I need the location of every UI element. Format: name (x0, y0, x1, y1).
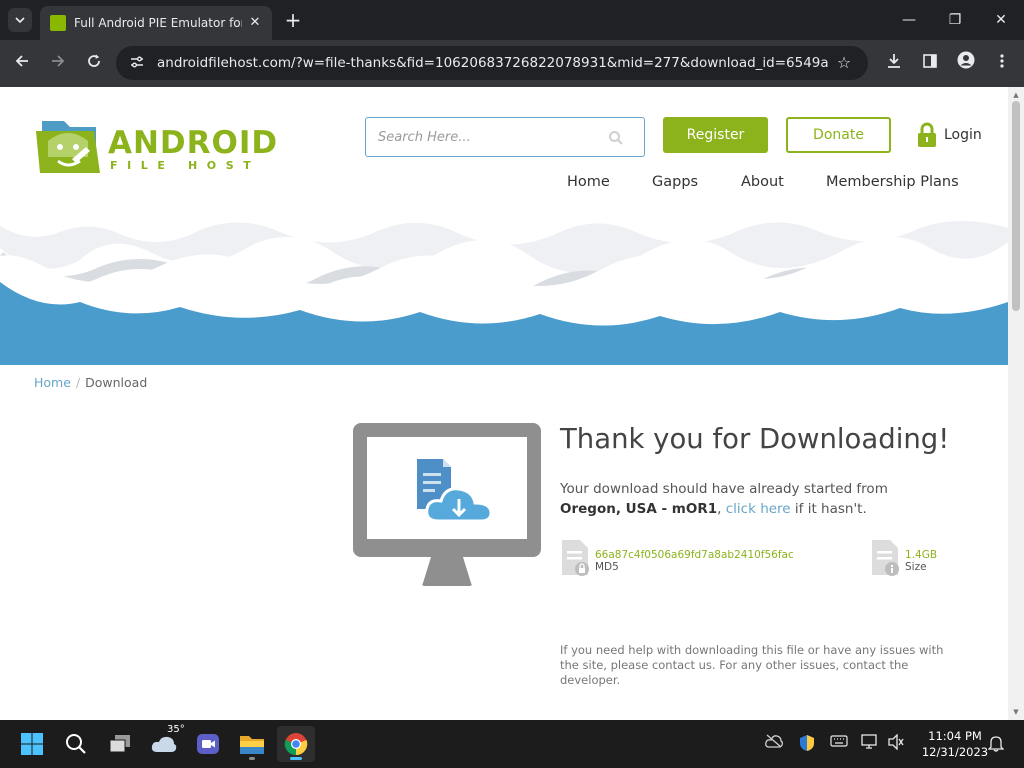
tab-title: Full Android PIE Emulator for PC (74, 16, 242, 30)
breadcrumb: Home / Download (34, 375, 147, 390)
lock-icon (918, 122, 936, 147)
file-lock-icon (562, 540, 589, 576)
thanks-heading: Thank you for Downloading! (560, 423, 950, 455)
address-bar[interactable]: androidfilehost.com/?w=file-thanks&fid=1… (116, 46, 868, 80)
url-text[interactable]: androidfilehost.com/?w=file-thanks&fid=1… (157, 55, 829, 71)
browser-menu-button[interactable] (989, 51, 1015, 77)
location-comma: , (717, 501, 722, 517)
folder-icon (240, 736, 264, 754)
logo-text-android: ANDROID (108, 125, 279, 161)
help-text: If you need help with downloading this f… (560, 643, 944, 687)
windows-logo-icon (21, 733, 43, 755)
bookmark-star-icon[interactable]: ☆ (834, 53, 854, 73)
display-icon[interactable] (860, 734, 880, 754)
scrollbar-thumb[interactable] (1012, 101, 1020, 311)
forward-button[interactable] (45, 51, 71, 77)
download-icon (888, 54, 900, 68)
md5-value: 66a87c4f0506a69fd7a8ab2410f56fac (595, 549, 794, 561)
close-window-button[interactable]: ✕ (986, 8, 1016, 32)
weather-temperature: 35° (167, 724, 185, 735)
site-info-icon[interactable] (128, 54, 146, 72)
running-indicator (249, 757, 255, 760)
browser-tab[interactable]: Full Android PIE Emulator for PC ✕ (40, 6, 272, 40)
monitor-download-illustration (353, 423, 541, 586)
site-favicon-icon (50, 15, 66, 31)
breadcrumb-separator: / (75, 375, 81, 390)
profile-button[interactable] (953, 51, 979, 77)
tab-search-button[interactable] (8, 8, 32, 32)
page-scrollbar[interactable]: ▲ ▼ (1008, 87, 1024, 720)
start-button[interactable] (13, 726, 51, 762)
search-icon[interactable] (608, 130, 624, 146)
search-input[interactable] (378, 127, 598, 147)
security-shield-icon[interactable] (797, 734, 817, 754)
video-chat-icon (197, 734, 219, 754)
restore-window-button[interactable]: ❐ (940, 8, 970, 32)
breadcrumb-current: Download (85, 375, 148, 390)
file-info-icon (872, 540, 899, 576)
size-info: 1.4GB Size (870, 539, 990, 579)
md5-label: MD5 (595, 561, 619, 573)
side-panel-button[interactable] (917, 51, 943, 77)
nav-membership-plans[interactable]: Membership Plans (826, 174, 959, 196)
mirror-location: Oregon, USA - mOR1 (560, 501, 718, 517)
breadcrumb-home-link[interactable]: Home (34, 375, 71, 390)
search-icon (66, 734, 86, 754)
chevron-down-icon (15, 17, 25, 24)
keyboard-icon[interactable] (829, 734, 849, 754)
size-label: Size (905, 561, 927, 573)
scroll-up-arrow-icon[interactable]: ▲ (1011, 90, 1021, 100)
close-tab-icon[interactable]: ✕ (246, 14, 264, 32)
profile-icon (957, 51, 975, 69)
reload-button[interactable] (81, 51, 107, 77)
reload-icon (88, 54, 100, 67)
logo-text-file-host: FILE HOST (110, 159, 261, 172)
nav-home[interactable]: Home (567, 174, 610, 196)
teams-chat-button[interactable] (189, 726, 227, 762)
login-link[interactable]: Login (917, 121, 982, 149)
new-tab-button[interactable]: + (282, 9, 304, 31)
volume-muted-icon[interactable] (886, 733, 906, 754)
taskbar-search-button[interactable] (57, 726, 95, 762)
clouds-banner (0, 212, 1008, 365)
active-app-indicator (290, 757, 302, 760)
register-button[interactable]: Register (663, 117, 768, 153)
browser-tab-strip: Full Android PIE Emulator for PC ✕ + — ❐… (0, 0, 1024, 40)
forward-arrow-icon (52, 55, 65, 67)
nav-about[interactable]: About (741, 174, 784, 196)
android-folder-logo-icon (36, 121, 100, 173)
started-suffix-text: if it hasn't. (794, 501, 867, 517)
chrome-taskbar-button[interactable] (277, 726, 315, 762)
task-view-icon (109, 735, 130, 753)
login-label: Login (944, 127, 982, 143)
back-arrow-icon (15, 55, 28, 67)
more-vertical-icon (1000, 54, 1004, 68)
scroll-down-arrow-icon[interactable]: ▼ (1011, 707, 1021, 717)
donate-button[interactable]: Donate (786, 117, 891, 153)
chrome-icon (284, 733, 308, 756)
downloads-button[interactable] (881, 51, 907, 77)
browser-toolbar: androidfilehost.com/?w=file-thanks&fid=1… (0, 40, 1024, 87)
started-prefix-text: Your download should have already starte… (560, 481, 888, 497)
minimize-window-button[interactable]: — (894, 8, 924, 32)
side-panel-icon (923, 54, 937, 68)
cloud-offline-icon[interactable] (764, 734, 784, 754)
notification-bell-icon[interactable] (986, 734, 1006, 754)
file-explorer-button[interactable] (233, 726, 271, 762)
site-logo[interactable]: ANDROID FILE HOST (34, 117, 294, 177)
md5-info: 66a87c4f0506a69fd7a8ab2410f56fac MD5 (560, 539, 820, 579)
cloud-weather-icon (151, 736, 177, 752)
size-value: 1.4GB (905, 549, 938, 561)
download-started-message: Your download should have already starte… (560, 479, 980, 519)
weather-widget[interactable]: 35° (145, 724, 185, 762)
back-button[interactable] (9, 51, 35, 77)
site-search (365, 117, 645, 157)
windows-taskbar: 35° 11:04 PM 12/31/2023 (0, 720, 1024, 768)
nav-gapps[interactable]: Gapps (652, 174, 698, 196)
page-viewport: ANDROID FILE HOST Register Donate Login … (0, 87, 1008, 720)
task-view-button[interactable] (101, 726, 139, 762)
click-here-link[interactable]: click here (726, 501, 791, 517)
